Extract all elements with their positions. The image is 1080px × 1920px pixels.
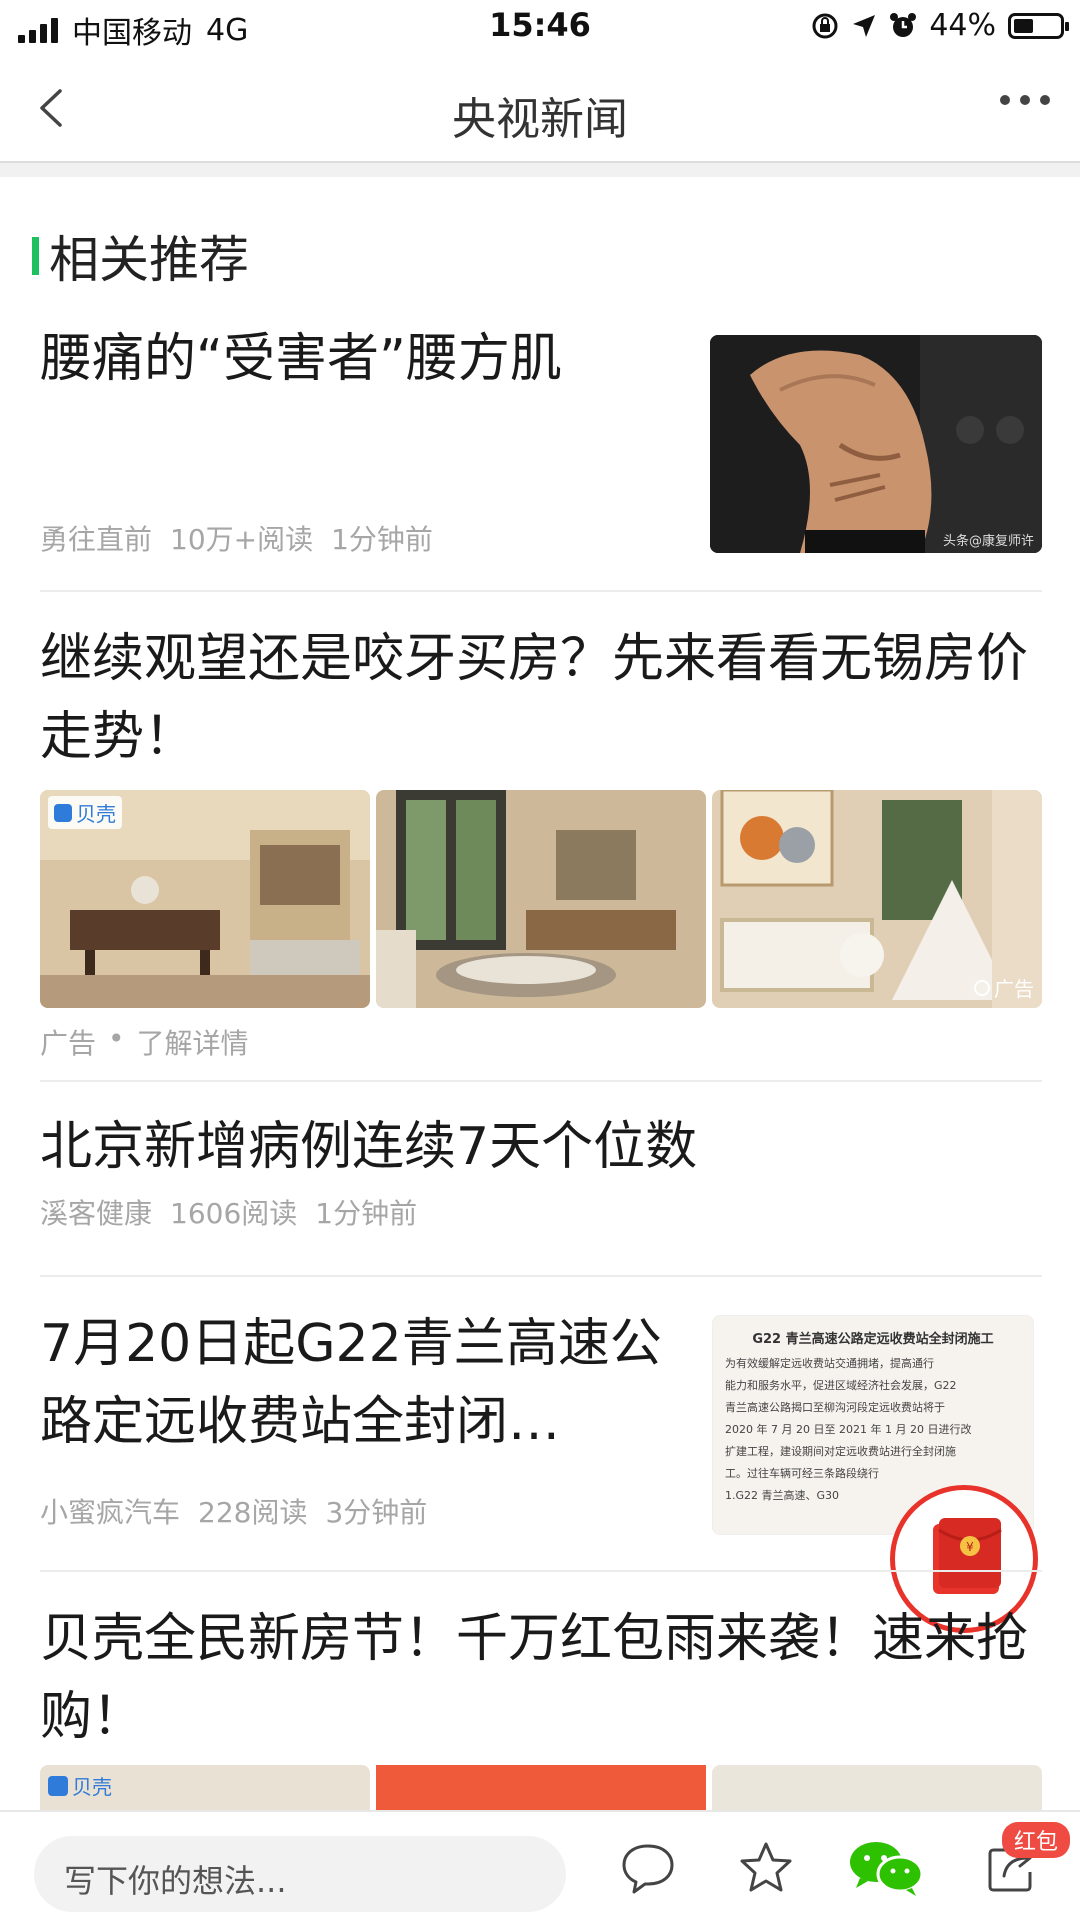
ad-tag-label: 广告	[994, 977, 1034, 1001]
notice-line: 扩建工程，建设期间对定远收费站进行全封闭施	[725, 1445, 956, 1458]
svg-text:¥: ¥	[966, 1540, 974, 1554]
article-time: 1分钟前	[331, 523, 433, 556]
page-title: 央视新闻	[452, 94, 628, 145]
article-source: 溪客健康	[40, 1197, 153, 1230]
article-source: 勇往直前	[40, 523, 153, 556]
divider	[40, 1080, 1042, 1082]
ad-meta: 广告 • 了解详情	[40, 1022, 249, 1062]
bottom-bar: 写下你的想法...	[0, 1810, 1080, 1920]
rotation-lock-icon	[812, 13, 838, 38]
article-time: 1分钟前	[315, 1197, 418, 1230]
ad-image-row[interactable]: 贝壳 广告	[40, 790, 1042, 1008]
ad-image[interactable]	[712, 1765, 1042, 1810]
beike-logo-icon	[48, 1775, 68, 1796]
ad-article-item[interactable]: 贝壳全民新房节！千万红包雨来袭！速来抢购！	[40, 1600, 1042, 1756]
divider	[40, 1570, 1042, 1572]
notice-line: 能力和服务水平，促进区域经济社会发展，G22	[725, 1379, 957, 1392]
article-headline[interactable]: 继续观望还是咬牙买房？先来看看无锡房价走势！	[40, 620, 1042, 776]
ad-image[interactable]: 贝壳	[40, 1765, 370, 1810]
article-thumbnail[interactable]: 头条@康复师许	[710, 335, 1042, 553]
battery-percent: 44%	[929, 8, 996, 43]
star-icon[interactable]	[736, 1838, 796, 1898]
ad-image[interactable]	[376, 790, 706, 1008]
comment-input[interactable]: 写下你的想法...	[34, 1836, 566, 1912]
article-source: 小蜜疯汽车	[40, 1496, 181, 1529]
ad-tag: 广告	[974, 973, 1034, 1002]
dot-separator: •	[108, 1022, 125, 1055]
divider	[40, 590, 1042, 592]
ad-image[interactable]	[376, 1765, 706, 1810]
notice-line: 工。过往车辆可经三条路段绕行	[725, 1467, 879, 1480]
section-accent-bar	[32, 237, 39, 275]
divider	[40, 1275, 1042, 1277]
divider	[0, 163, 1080, 177]
more-icon[interactable]	[1000, 95, 1050, 105]
brand-badge: 贝壳	[48, 796, 122, 829]
status-right: 44%	[811, 8, 1069, 43]
location-icon	[853, 14, 876, 37]
wechat-icon[interactable]	[846, 1838, 926, 1898]
article-reads: 1606阅读	[170, 1197, 298, 1230]
section-heading: 相关推荐	[32, 220, 249, 292]
notice-line: 为有效缓解定远收费站交通拥堵，提高通行	[725, 1357, 934, 1370]
brand-name: 贝壳	[72, 1775, 112, 1799]
article-headline[interactable]: 腰痛的“受害者”腰方肌	[40, 320, 660, 398]
thumbnail-caption: 头条@康复师许	[942, 534, 1034, 549]
battery-icon	[1008, 12, 1069, 39]
article-meta: 溪客健康 1606阅读 1分钟前	[40, 1192, 1042, 1232]
article-reads: 228阅读	[198, 1496, 308, 1529]
battery-fill	[1014, 18, 1033, 33]
article-time: 3分钟前	[325, 1496, 428, 1529]
learn-more-link[interactable]: 了解详情	[137, 1022, 249, 1062]
section-title: 相关推荐	[49, 231, 249, 289]
brand-name: 贝壳	[76, 802, 116, 826]
article-headline[interactable]: 贝壳全民新房节！千万红包雨来袭！速来抢购！	[40, 1600, 1042, 1756]
article-meta: 勇往直前 10万+阅读 1分钟前	[40, 518, 433, 558]
red-packet-badge: 红包	[1002, 1822, 1071, 1858]
brand-badge: 贝壳	[48, 1771, 112, 1800]
notice-title: G22 青兰高速公路定远收费站全封闭施工	[752, 1332, 994, 1347]
ad-article-item[interactable]: 继续观望还是咬牙买房？先来看看无锡房价走势！	[40, 620, 1042, 776]
alarm-icon	[890, 12, 917, 37]
back-pain-image	[710, 335, 1042, 553]
article-headline[interactable]: 7月20日起G22青兰高速公路定远收费站全封闭…	[40, 1305, 680, 1461]
article-headline[interactable]: 北京新增病例连续7天个位数	[40, 1108, 1042, 1186]
nav-bar: 央视新闻	[0, 55, 1080, 163]
notice-line: 青兰高速公路揭口至柳沟河段定远收费站将于	[725, 1401, 945, 1414]
notice-line: 2020 年 7 月 20 日至 2021 年 1 月 20 日进行改	[725, 1423, 972, 1436]
ad-image[interactable]: 广告	[712, 790, 1042, 1008]
info-icon	[974, 979, 990, 996]
status-bar: 中国移动 4G 15:46 44%	[0, 0, 1080, 55]
beike-logo-icon	[54, 803, 72, 822]
article-reads: 10万+阅读	[170, 523, 314, 556]
comment-placeholder: 写下你的想法...	[64, 1862, 287, 1900]
comment-icon[interactable]	[618, 1838, 678, 1898]
article-item[interactable]: 北京新增病例连续7天个位数 溪客健康 1606阅读 1分钟前	[40, 1108, 1042, 1232]
ad-image-row[interactable]: 贝壳	[40, 1765, 1042, 1810]
article-meta: 小蜜疯汽车 228阅读 3分钟前	[40, 1491, 427, 1531]
ad-label: 广告	[40, 1027, 97, 1060]
